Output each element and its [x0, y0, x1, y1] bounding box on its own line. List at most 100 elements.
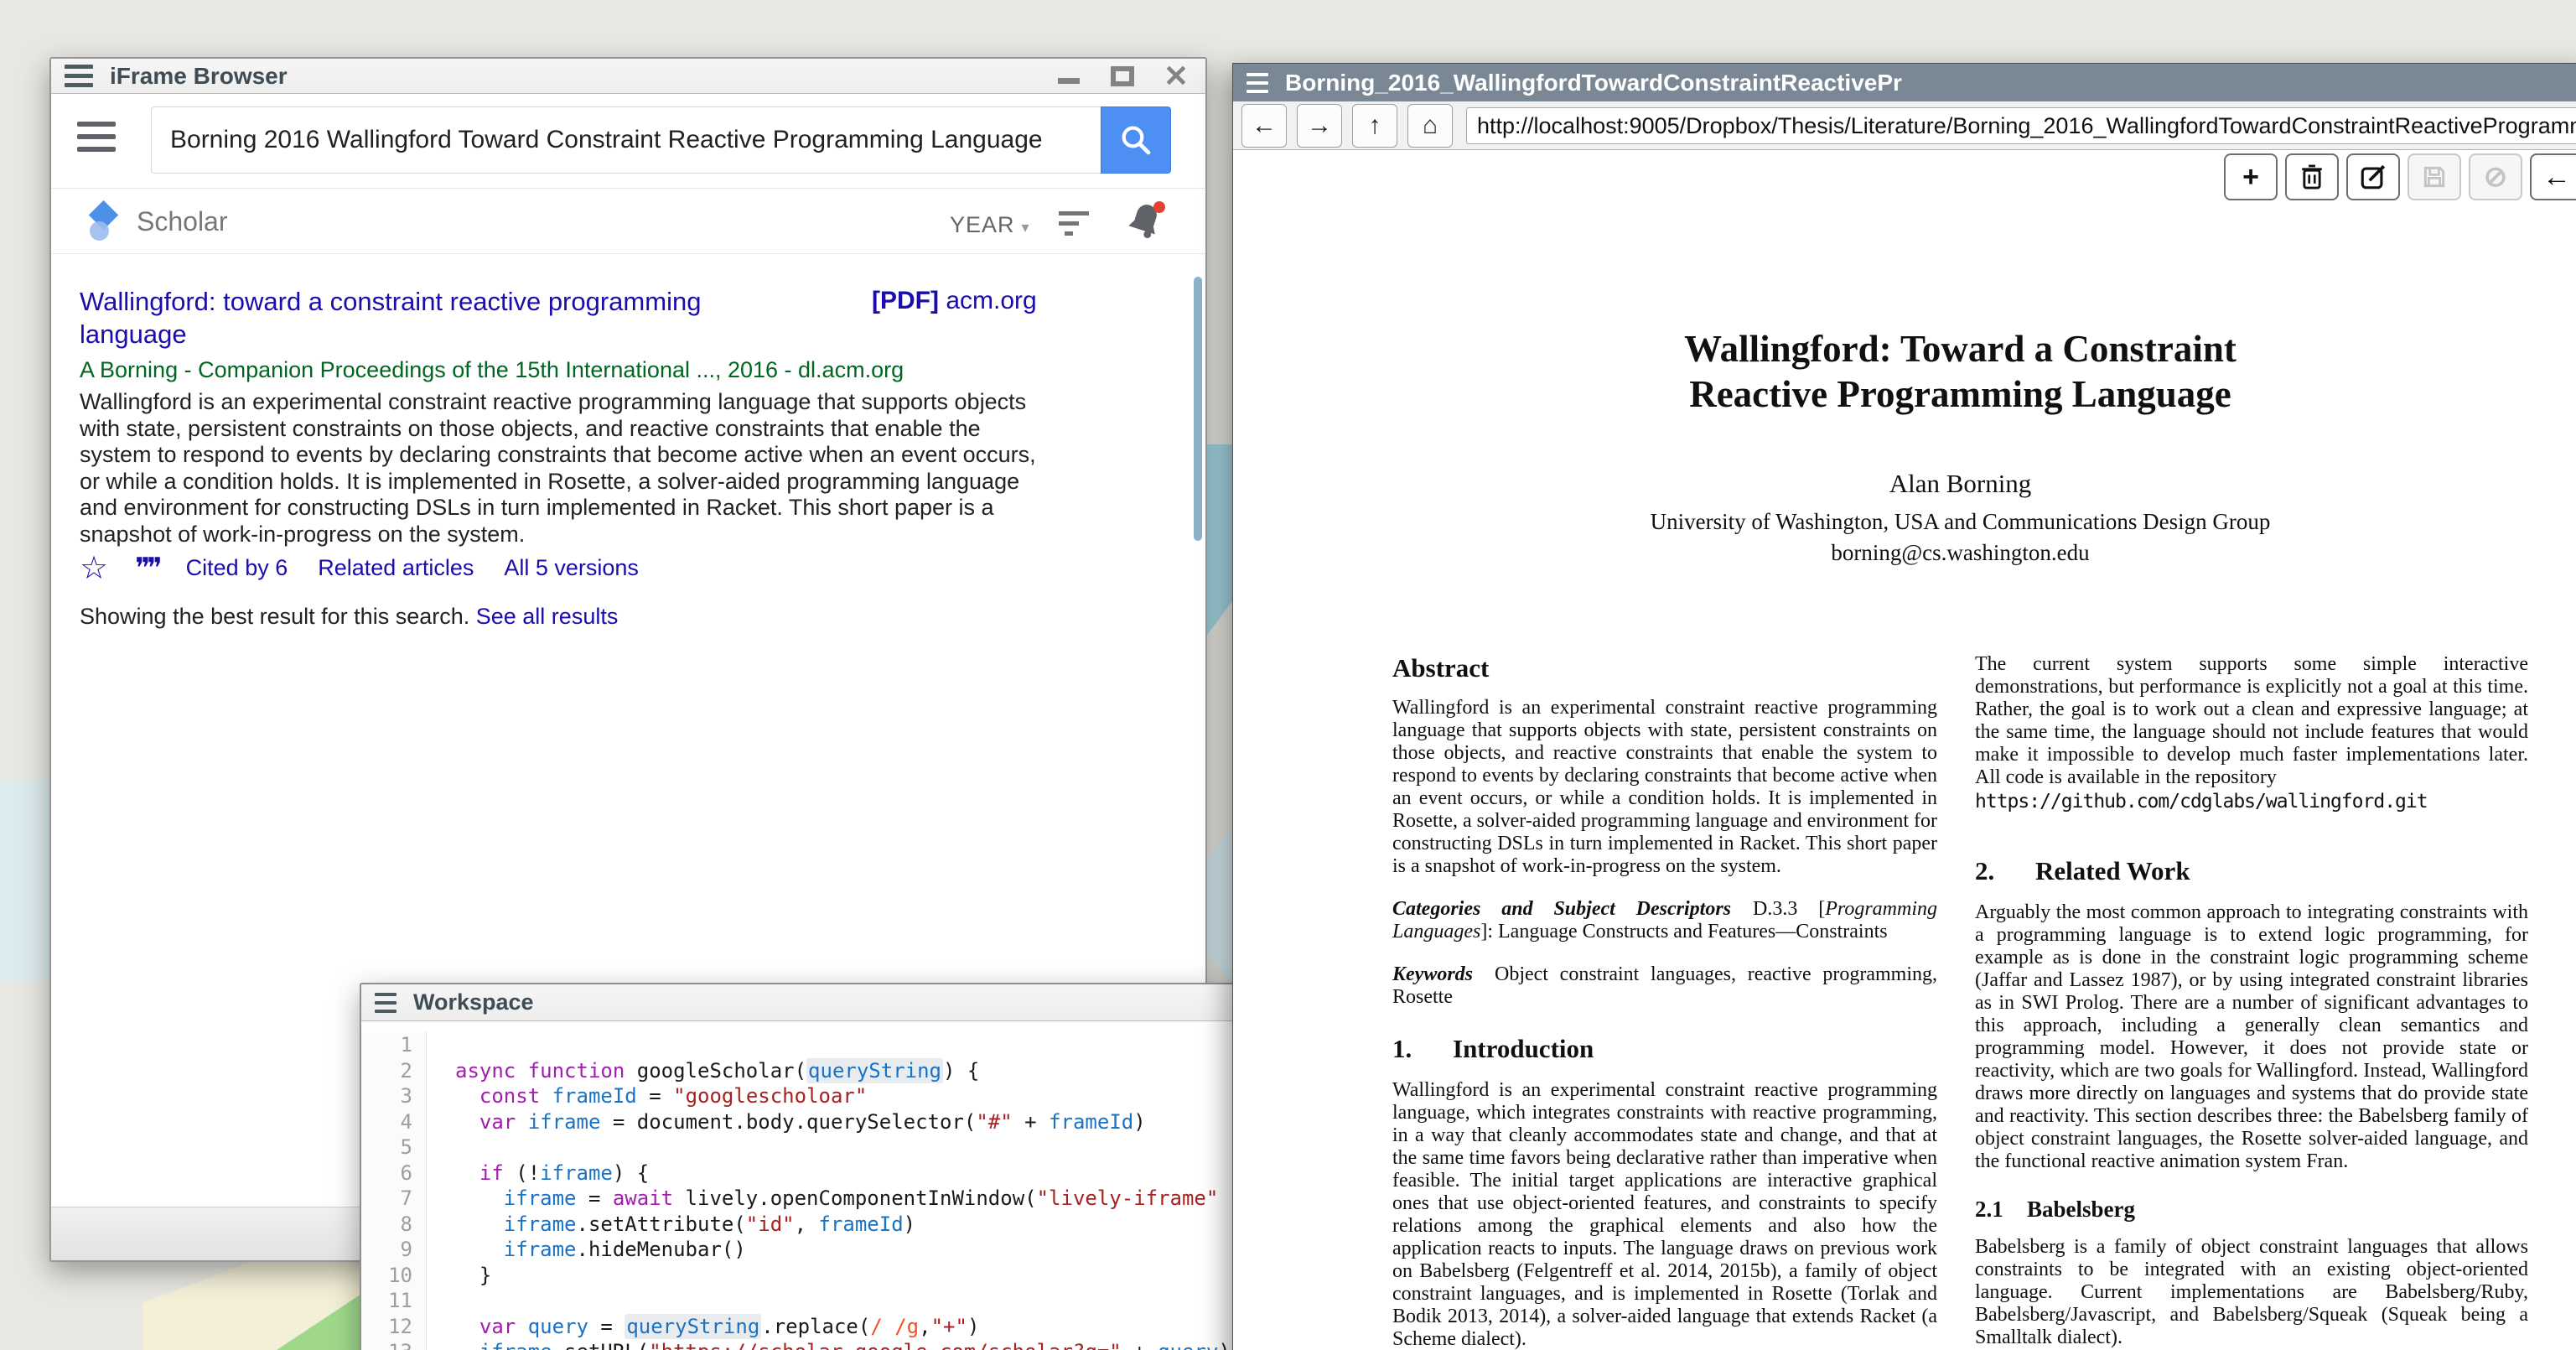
- paper-affiliation: University of Washington, USA and Commun…: [1392, 509, 2528, 535]
- pdf-content: +: [1233, 150, 2576, 1350]
- code-line[interactable]: 12 var query = queryString.replace(/ /g,…: [361, 1314, 1273, 1340]
- related-articles-link[interactable]: Related articles: [318, 555, 474, 581]
- divider: [51, 253, 1205, 254]
- babelsberg-paragraph: Babelsberg is a family of object constra…: [1975, 1236, 2528, 1349]
- result-snippet-line: snapshot of work-in-progress on the syst…: [80, 522, 1036, 548]
- search-button[interactable]: [1101, 106, 1171, 174]
- minimize-button[interactable]: [1055, 62, 1083, 91]
- cite-quote-icon[interactable]: ❞❞: [135, 552, 159, 585]
- workspace-titlebar[interactable]: Workspace: [361, 984, 1273, 1021]
- result-byline: A Borning - Companion Proceedings of the…: [80, 357, 904, 383]
- code-line[interactable]: 8 iframe.setAttribute("id", frameId): [361, 1212, 1273, 1238]
- result-links-row: ☆ ❞❞ Cited by 6 Related articles All 5 v…: [80, 549, 669, 587]
- code-line[interactable]: 5: [361, 1135, 1273, 1160]
- cancel-button: ⊘: [2469, 153, 2522, 200]
- save-button: [2408, 153, 2461, 200]
- related-work-heading: 2.Related Work: [1975, 856, 2528, 886]
- see-all-results-link[interactable]: See all results: [476, 604, 619, 629]
- line-number: 5: [361, 1135, 427, 1160]
- line-number: 12: [361, 1314, 427, 1340]
- url-input[interactable]: [1466, 107, 2576, 144]
- scholar-menu-icon[interactable]: [77, 122, 116, 152]
- delete-button[interactable]: [2285, 153, 2339, 200]
- scrollbar-thumb[interactable]: [1194, 277, 1202, 541]
- add-button[interactable]: +: [2224, 153, 2278, 200]
- notification-dot: [1153, 201, 1165, 213]
- search-icon: [1118, 122, 1153, 158]
- up-button[interactable]: ↑: [1352, 104, 1397, 148]
- browser-window-title: iFrame Browser: [110, 63, 288, 90]
- floppy-save-icon: [2421, 164, 2448, 190]
- abstract-text: Wallingford is an experimental constrain…: [1392, 697, 1937, 878]
- paper-author: Alan Borning: [1392, 469, 2528, 499]
- result-title-link[interactable]: Wallingford: toward a constraint reactiv…: [80, 285, 842, 350]
- result-snippet: Wallingford is an experimental constrain…: [80, 389, 1036, 548]
- code-line[interactable]: 11: [361, 1288, 1273, 1314]
- line-number: 13: [361, 1339, 427, 1350]
- up-arrow-icon: ↑: [1369, 112, 1381, 140]
- keywords-text: KeywordsObject constraint languages, rea…: [1392, 963, 1937, 1009]
- code-line[interactable]: 10 }: [361, 1263, 1273, 1289]
- pdf-viewer-window: Borning_2016_WallingfordTowardConstraint…: [1232, 63, 2576, 1350]
- edit-pencil-icon: [2359, 163, 2387, 191]
- line-number: 4: [361, 1109, 427, 1135]
- all-versions-link[interactable]: All 5 versions: [504, 555, 639, 581]
- window-menu-icon[interactable]: [1247, 73, 1268, 93]
- babelsberg-heading: 2.1Babelsberg: [1975, 1197, 2528, 1223]
- close-button[interactable]: ✕: [1162, 62, 1190, 91]
- result-snippet-line: or while a condition holds. It is implem…: [80, 469, 1036, 496]
- pdf-window-title: Borning_2016_WallingfordTowardConstraint…: [1285, 70, 1902, 96]
- code-line[interactable]: 4 var iframe = document.body.querySelect…: [361, 1109, 1273, 1135]
- pdf-titlebar[interactable]: Borning_2016_WallingfordTowardConstraint…: [1233, 64, 2576, 101]
- line-number: 2: [361, 1058, 427, 1084]
- code-line[interactable]: 3 const frameId = "googlescholoar": [361, 1083, 1273, 1109]
- repository-link: https://github.com/cdglabs/wallingford.g…: [1975, 791, 2528, 813]
- code-line[interactable]: 7 iframe = await lively.openComponentInW…: [361, 1186, 1273, 1212]
- code-line[interactable]: 13 iframe.setURL("https://scholar.google…: [361, 1339, 1273, 1350]
- code-line[interactable]: 9 iframe.hideMenubar(): [361, 1237, 1273, 1263]
- line-number: 11: [361, 1288, 427, 1314]
- line-number: 1: [361, 1032, 427, 1058]
- window-menu-icon[interactable]: [375, 993, 397, 1013]
- column2-paragraph: The current system supports some simple …: [1975, 653, 2528, 789]
- code-line[interactable]: 6 if (!iframe) {: [361, 1160, 1273, 1186]
- window-menu-icon[interactable]: [65, 65, 93, 87]
- paper-title: Wallingford: Toward a Constraint Reactiv…: [1392, 326, 2528, 417]
- forward-button[interactable]: →: [1297, 104, 1342, 148]
- search-input[interactable]: [151, 106, 1101, 174]
- code-line[interactable]: 2async function googleScholar(queryStrin…: [361, 1058, 1273, 1084]
- line-number: 3: [361, 1083, 427, 1109]
- home-button[interactable]: ⌂: [1407, 104, 1453, 148]
- home-icon: ⌂: [1423, 112, 1438, 140]
- page-back-button[interactable]: ←: [2530, 153, 2576, 200]
- code-line[interactable]: 1: [361, 1032, 1273, 1058]
- workspace-window: Workspace 12async function googleScholar…: [360, 983, 1275, 1350]
- pdf-navbar: ← → ↑ ⌂: [1233, 101, 2576, 150]
- line-number: 9: [361, 1237, 427, 1263]
- code-editor[interactable]: 12async function googleScholar(queryStri…: [361, 1021, 1273, 1350]
- abstract-heading: Abstract: [1392, 653, 1937, 683]
- trash-icon: [2299, 163, 2325, 191]
- save-star-icon[interactable]: ☆: [80, 549, 108, 587]
- filter-icon[interactable]: [1059, 211, 1089, 236]
- back-arrow-icon: ←: [1252, 112, 1277, 140]
- forward-arrow-icon: →: [1307, 112, 1332, 140]
- scholar-logo[interactable]: [87, 203, 121, 243]
- maximize-button[interactable]: [1108, 62, 1137, 91]
- chevron-down-icon: ▾: [1022, 219, 1030, 236]
- line-number: 8: [361, 1212, 427, 1238]
- scholar-brand[interactable]: Scholar: [137, 206, 228, 237]
- edit-button[interactable]: [2346, 153, 2400, 200]
- result-snippet-line: with state, persistent constraints on th…: [80, 416, 1036, 443]
- cited-by-link[interactable]: Cited by 6: [186, 555, 288, 581]
- divider: [51, 188, 1205, 189]
- alerts-bell-icon[interactable]: [1127, 201, 1165, 243]
- paper-column-left: Abstract Wallingford is an experimental …: [1392, 653, 1937, 1350]
- line-number: 6: [361, 1160, 427, 1186]
- browser-titlebar[interactable]: iFrame Browser ✕: [51, 59, 1205, 94]
- back-button[interactable]: ←: [1241, 104, 1287, 148]
- result-snippet-line: and environment for constructing DSLs in…: [80, 495, 1036, 522]
- year-filter-dropdown[interactable]: YEAR▾: [950, 212, 1030, 238]
- pdf-source-link[interactable]: [PDF] acm.org: [872, 287, 1037, 315]
- pdf-page: Wallingford: Toward a Constraint Reactiv…: [1392, 326, 2528, 1350]
